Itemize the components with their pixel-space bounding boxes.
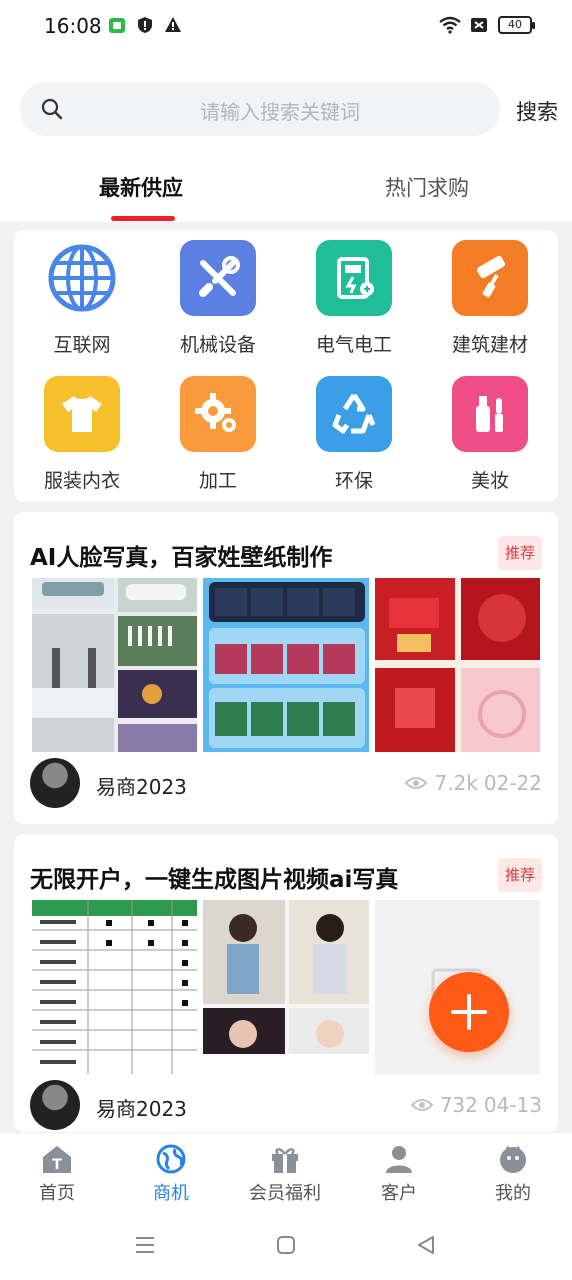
battery-indicator: 40 — [498, 16, 535, 34]
category-processing[interactable]: 加工 — [150, 366, 286, 502]
recycle-icon — [316, 376, 392, 452]
post-image[interactable] — [203, 578, 369, 752]
tab-latest-supply[interactable]: 最新供应 — [99, 172, 183, 202]
tab-bar: 最新供应 热门求购 — [0, 172, 572, 222]
wifi-icon — [439, 16, 461, 34]
view-count: 7.2k — [434, 771, 478, 795]
paint-roller-icon — [452, 240, 528, 316]
eye-icon — [405, 777, 428, 789]
system-navigation-bar — [0, 1210, 572, 1280]
recommend-badge: 推荐 — [498, 536, 542, 570]
nav-item-customers[interactable]: 客户 — [342, 1133, 456, 1211]
category-machinery[interactable]: 机械设备 — [150, 230, 286, 366]
nav-item-home[interactable]: T 首页 — [0, 1133, 114, 1211]
warning-icon — [165, 17, 181, 32]
post-image[interactable] — [203, 900, 369, 1074]
user-icon — [386, 1146, 412, 1173]
search-button[interactable]: 搜索 — [516, 96, 558, 126]
eye-icon — [410, 1099, 434, 1111]
globe-icon — [44, 240, 120, 316]
bottom-nav: T 首页 商机 会员福利 客户 我的 — [0, 1132, 572, 1210]
tools-icon — [180, 240, 256, 316]
category-electrical[interactable]: 电气电工 — [286, 230, 422, 366]
electric-meter-icon — [316, 240, 392, 316]
post-image[interactable] — [374, 578, 540, 752]
post-image[interactable] — [32, 900, 198, 1074]
category-grid: 互联网 机械设备 电气电工 建筑建材 服装内衣 加工 环保 美妆 — [14, 230, 558, 502]
globe-icon — [156, 1144, 186, 1174]
nav-item-mine[interactable]: 我的 — [456, 1133, 570, 1211]
active-tab-indicator — [111, 216, 175, 221]
menu-icon[interactable] — [134, 1234, 156, 1256]
author-name[interactable]: 易商2023 — [96, 771, 187, 800]
header: 请输入搜索关键词 搜索 最新供应 热门求购 — [0, 52, 572, 222]
tab-hot-demand[interactable]: 热门求购 — [385, 172, 469, 202]
home-square-icon[interactable] — [275, 1234, 297, 1256]
recommend-badge: 推荐 — [498, 858, 542, 892]
post-date: 02-22 — [483, 771, 542, 795]
author-avatar[interactable] — [30, 758, 80, 808]
author-name[interactable]: 易商2023 — [96, 1093, 187, 1122]
home-icon: T — [43, 1146, 71, 1173]
post-image-gallery — [32, 578, 540, 752]
view-count: 732 — [439, 1093, 478, 1117]
status-bar: 16:08 40 — [0, 0, 572, 52]
category-internet[interactable]: 互联网 — [14, 230, 150, 366]
category-clothing[interactable]: 服装内衣 — [14, 366, 150, 502]
status-time: 16:08 — [44, 14, 102, 38]
add-post-button[interactable] — [429, 972, 509, 1052]
nav-item-member-benefits[interactable]: 会员福利 — [228, 1133, 342, 1211]
back-icon[interactable] — [415, 1234, 437, 1256]
gift-icon — [272, 1148, 298, 1173]
post-card[interactable]: AI人脸写真，百家姓壁纸制作 推荐 易商2023 7.2k 02-22 — [14, 512, 558, 824]
post-title: 无限开户，一键生成图片视频ai写真 — [30, 867, 399, 893]
category-environment[interactable]: 环保 — [286, 366, 422, 502]
no-sim-icon — [471, 18, 487, 32]
category-building[interactable]: 建筑建材 — [422, 230, 558, 366]
author-avatar[interactable] — [30, 1080, 80, 1130]
cosmetics-icon — [452, 376, 528, 452]
svg-text:T: T — [52, 1157, 62, 1173]
post-image[interactable] — [32, 578, 198, 752]
post-meta: 7.2k 02-22 — [404, 771, 542, 795]
category-cosmetics[interactable]: 美妆 — [422, 366, 558, 502]
search-bar[interactable]: 请输入搜索关键词 — [20, 82, 500, 136]
post-title: AI人脸写真，百家姓壁纸制作 — [30, 545, 333, 571]
post-date: 04-13 — [483, 1093, 542, 1117]
nav-item-business[interactable]: 商机 — [114, 1133, 228, 1211]
tshirt-icon — [44, 376, 120, 452]
app-notification-icon — [109, 18, 125, 33]
gears-icon — [180, 376, 256, 452]
shield-icon — [138, 17, 152, 33]
search-input[interactable]: 请输入搜索关键词 — [20, 96, 500, 125]
post-meta: 732 04-13 — [410, 1093, 542, 1117]
profile-icon — [500, 1145, 526, 1173]
